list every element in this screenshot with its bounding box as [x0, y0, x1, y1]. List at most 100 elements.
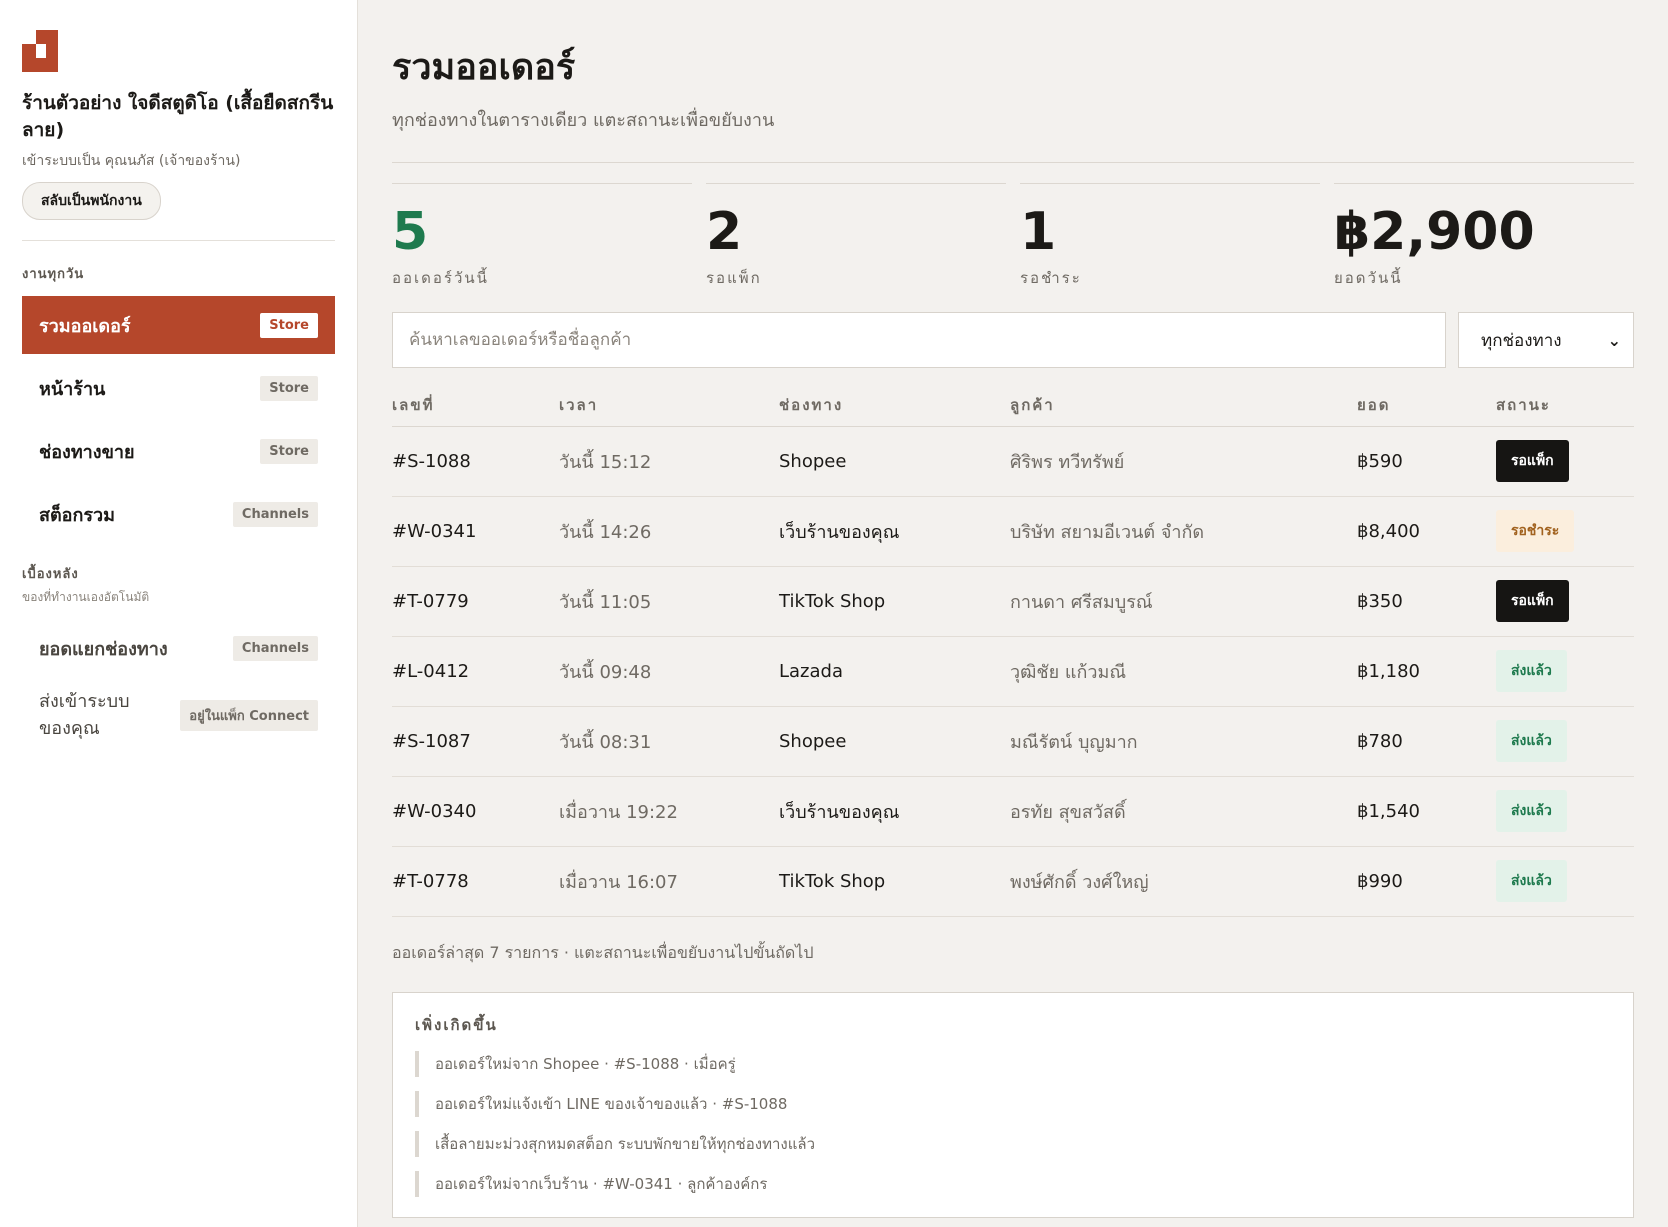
- activity-feed-title: เพิ่งเกิดขึ้น: [415, 1015, 498, 1034]
- activity-feed-list: ออเดอร์ใหม่จาก Shopee · #S-1088 · เมื่อค…: [415, 1050, 1611, 1197]
- status-badge[interactable]: ส่งแล้ว: [1496, 790, 1567, 832]
- stat-label: รอแพ็ก: [706, 269, 762, 287]
- stat-awaiting-pack: 2 รอแพ็ก: [706, 183, 1006, 290]
- order-customer: ศิริพร ทวีทรัพย์: [1010, 426, 1357, 497]
- column-header-channel: ช่องทาง: [779, 384, 1010, 427]
- order-amount: ฿1,180: [1357, 636, 1496, 707]
- sidebar-item-label: ส่งเข้าระบบของคุณ: [39, 691, 130, 739]
- stat-label: รอชำระ: [1020, 269, 1082, 287]
- order-id: #W-0341: [392, 496, 559, 567]
- order-time: วันนี้ 15:12: [559, 426, 779, 497]
- order-amount: ฿990: [1357, 846, 1496, 917]
- shop-name: ร้านตัวอย่าง ใจดีสตูดิโอ (เสื้อยืดสกรีนล…: [22, 92, 334, 141]
- status-badge[interactable]: ส่งแล้ว: [1496, 860, 1567, 902]
- status-badge[interactable]: รอแพ็ก: [1496, 440, 1569, 482]
- chevron-down-icon: ⌄: [1607, 330, 1621, 350]
- column-header-status: สถานะ: [1496, 384, 1634, 427]
- status-badge[interactable]: รอชำระ: [1496, 510, 1575, 552]
- sidebar-item-storefront[interactable]: หน้าร้าน Store: [22, 359, 335, 417]
- nav-daily: รวมออเดอร์ Store หน้าร้าน Store ช่องทางข…: [22, 296, 335, 543]
- sidebar-item-tag: Store: [260, 375, 318, 401]
- page-title: รวมออเดอร์: [392, 47, 576, 88]
- status-badge[interactable]: ส่งแล้ว: [1496, 720, 1567, 762]
- sidebar-item-tag: อยู่ในแพ็ก Connect: [180, 699, 318, 731]
- table-header-row: เลขที่ เวลา ช่องทาง ลูกค้า ยอด สถานะ: [392, 384, 1634, 427]
- table-row: #T-0779 วันนี้ 11:05 TikTok Shop กานดา ศ…: [392, 566, 1634, 637]
- order-time: วันนี้ 11:05: [559, 566, 779, 637]
- table-row: #S-1087 วันนี้ 08:31 Shopee มณีรัตน์ บุญ…: [392, 706, 1634, 777]
- column-header-amount: ยอด: [1357, 384, 1496, 427]
- column-header-id: เลขที่: [392, 384, 559, 427]
- order-id: #S-1087: [392, 706, 559, 777]
- sidebar-item-tag: Channels: [232, 635, 318, 661]
- order-channel: เว็บร้านของคุณ: [779, 496, 1010, 567]
- sidebar-item-tag: Store: [260, 312, 318, 338]
- sidebar-item-tag: Store: [260, 438, 318, 464]
- order-customer: พงษ์ศักดิ์ วงศ์ใหญ่: [1010, 846, 1357, 917]
- sidebar-item-send-to-system[interactable]: ส่งเข้าระบบของคุณ อยู่ในแพ็ก Connect: [22, 682, 335, 748]
- order-amount: ฿8,400: [1357, 496, 1496, 567]
- section-title-backend: เบื้องหลัง: [22, 567, 79, 582]
- header-divider: [392, 162, 1634, 163]
- table-row: #T-0778 เมื่อวาน 16:07 TikTok Shop พงษ์ศ…: [392, 846, 1634, 917]
- column-header-time: เวลา: [559, 384, 779, 427]
- order-id: #W-0340: [392, 776, 559, 847]
- sidebar-item-all-orders[interactable]: รวมออเดอร์ Store: [22, 296, 335, 354]
- activity-item: ออเดอร์ใหม่จากเว็บร้าน · #W-0341 · ลูกค้…: [415, 1170, 1611, 1197]
- stat-value: 1: [1020, 202, 1057, 262]
- table-row: #W-0340 เมื่อวาน 19:22 เว็บร้านของคุณ อร…: [392, 776, 1634, 847]
- sidebar-item-label: ช่องทางขาย: [39, 441, 135, 463]
- order-time: เมื่อวาน 19:22: [559, 776, 779, 847]
- order-customer: บริษัท สยามอีเวนต์ จำกัด: [1010, 496, 1357, 567]
- stat-value: ฿2,900: [1334, 202, 1535, 262]
- sidebar-item-tag: Channels: [232, 501, 318, 527]
- stat-label: ยอดวันนี้: [1334, 269, 1403, 287]
- order-time: วันนี้ 14:26: [559, 496, 779, 567]
- order-id: #T-0778: [392, 846, 559, 917]
- order-channel: Shopee: [779, 426, 1010, 497]
- table-row: #S-1088 วันนี้ 15:12 Shopee ศิริพร ทวีทร…: [392, 426, 1634, 497]
- filter-bar: ทุกช่องทาง ⌄: [392, 312, 1634, 368]
- order-amount: ฿590: [1357, 426, 1496, 497]
- login-as-text: เข้าระบบเป็น คุณนภัส (เจ้าของร้าน): [22, 153, 241, 169]
- activity-item: ออเดอร์ใหม่จาก Shopee · #S-1088 · เมื่อค…: [415, 1050, 1611, 1077]
- main-content: รวมออเดอร์ ทุกช่องทางในตารางเดียว แตะสถา…: [392, 0, 1634, 1218]
- order-channel: เว็บร้านของคุณ: [779, 776, 1010, 847]
- sidebar-item-label: ยอดแยกช่องทาง: [39, 638, 168, 660]
- sidebar: ร้านตัวอย่าง ใจดีสตูดิโอ (เสื้อยืดสกรีนล…: [0, 0, 358, 1227]
- page-subtitle: ทุกช่องทางในตารางเดียว แตะสถานะเพื่อขยับ…: [392, 110, 775, 131]
- search-input[interactable]: [392, 312, 1446, 368]
- order-channel: Shopee: [779, 706, 1010, 777]
- nav-backend: ยอดแยกช่องทาง Channels ส่งเข้าระบบของคุณ…: [22, 619, 335, 748]
- channel-select-value: ทุกช่องทาง: [1481, 330, 1562, 351]
- section-subtitle-backend: ของที่ทำงานเองอัตโนมัติ: [22, 590, 150, 604]
- order-channel: TikTok Shop: [779, 566, 1010, 637]
- sidebar-item-label: รวมออเดอร์: [39, 315, 131, 337]
- status-badge[interactable]: รอแพ็ก: [1496, 580, 1569, 622]
- status-badge[interactable]: ส่งแล้ว: [1496, 650, 1567, 692]
- activity-item: เสื้อลายมะม่วงสุกหมดสต็อก ระบบพักขายให้ท…: [415, 1130, 1611, 1157]
- order-amount: ฿1,540: [1357, 776, 1496, 847]
- sidebar-item-label: สต็อกรวม: [39, 504, 116, 526]
- order-channel: Lazada: [779, 636, 1010, 707]
- orders-table: เลขที่ เวลา ช่องทาง ลูกค้า ยอด สถานะ #S-…: [392, 384, 1634, 917]
- order-customer: มณีรัตน์ บุญมาก: [1010, 706, 1357, 777]
- order-customer: กานดา ศรีสมบูรณ์: [1010, 566, 1357, 637]
- sidebar-divider: [22, 240, 335, 241]
- stat-label: ออเดอร์วันนี้: [392, 269, 489, 287]
- sidebar-item-sales-channels[interactable]: ช่องทางขาย Store: [22, 422, 335, 480]
- order-id: #S-1088: [392, 426, 559, 497]
- table-footer-note: ออเดอร์ล่าสุด 7 รายการ · แตะสถานะเพื่อขย…: [392, 942, 814, 962]
- sidebar-item-channel-sales[interactable]: ยอดแยกช่องทาง Channels: [22, 619, 335, 677]
- table-row: #W-0341 วันนี้ 14:26 เว็บร้านของคุณ บริษ…: [392, 496, 1634, 567]
- stat-value: 5: [392, 202, 429, 262]
- stat-sales-today: ฿2,900 ยอดวันนี้: [1334, 183, 1634, 290]
- channel-select[interactable]: ทุกช่องทาง ⌄: [1458, 312, 1634, 368]
- order-customer: วุฒิชัย แก้วมณี: [1010, 636, 1357, 707]
- shop-logo-icon: [22, 30, 58, 72]
- order-amount: ฿780: [1357, 706, 1496, 777]
- stat-orders-today: 5 ออเดอร์วันนี้: [392, 183, 692, 290]
- switch-to-staff-button[interactable]: สลับเป็นพนักงาน: [22, 182, 161, 220]
- sidebar-item-stock[interactable]: สต็อกรวม Channels: [22, 485, 335, 543]
- section-title-daily: งานทุกวัน: [22, 267, 85, 282]
